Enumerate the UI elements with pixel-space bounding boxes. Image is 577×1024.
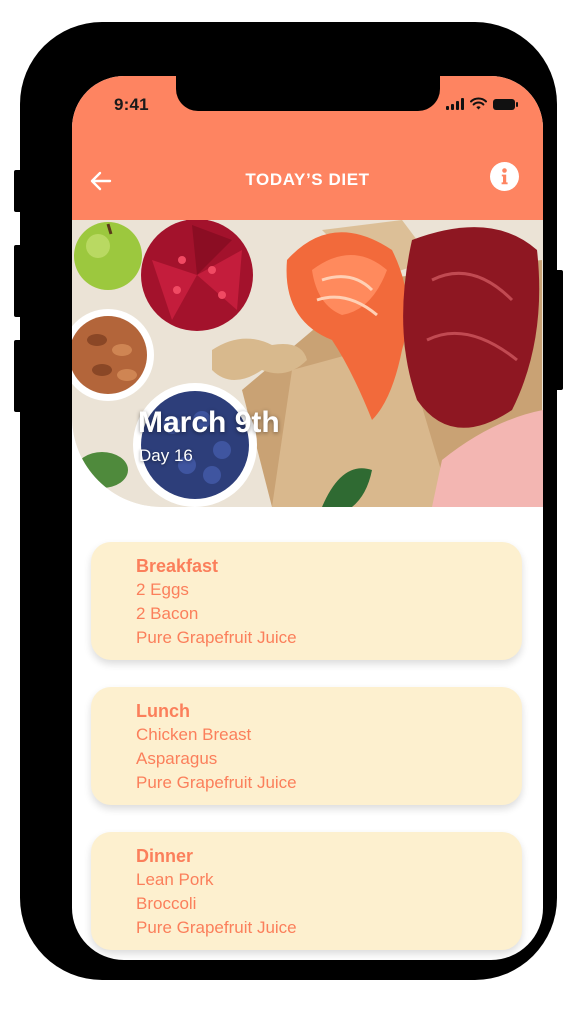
info-button[interactable] <box>490 162 519 191</box>
meal-item: 2 Bacon <box>136 604 199 623</box>
phone-notch <box>176 76 440 111</box>
volume-up-button <box>14 245 22 317</box>
meal-card-dinner[interactable]: Dinner Lean Pork Broccoli Pure Grapefrui… <box>91 832 522 950</box>
battery-icon <box>493 99 518 110</box>
signal-icon <box>446 98 464 110</box>
wifi-icon <box>470 97 487 110</box>
volume-down-button <box>14 340 22 412</box>
meal-title: Dinner <box>136 846 194 866</box>
status-time: 9:41 <box>114 95 149 114</box>
meal-title: Breakfast <box>136 556 219 576</box>
phone-frame: 9:41 TODAY’S DIET March 9th Day 16 Break… <box>20 22 557 980</box>
meal-item: Asparagus <box>136 749 218 768</box>
meal-title: Lunch <box>136 701 190 721</box>
meal-item: Broccoli <box>136 894 197 913</box>
mute-switch <box>14 170 22 212</box>
meal-card-lunch[interactable]: Lunch Chicken Breast Asparagus Pure Grap… <box>91 687 522 805</box>
hero-date: March 9th <box>138 406 280 439</box>
status-icons <box>446 97 518 110</box>
phone-screen: 9:41 TODAY’S DIET March 9th Day 16 Break… <box>72 76 543 960</box>
meal-item: Chicken Breast <box>136 725 252 744</box>
meal-item: Pure Grapefruit Juice <box>136 918 297 937</box>
stage: 9:41 TODAY’S DIET March 9th Day 16 Break… <box>0 0 577 1024</box>
hero-day-count: Day 16 <box>139 446 193 465</box>
info-icon <box>501 168 508 185</box>
meal-item: Pure Grapefruit Juice <box>136 773 297 792</box>
meal-card-breakfast[interactable]: Breakfast 2 Eggs 2 Bacon Pure Grapefruit… <box>91 542 522 660</box>
meal-item: Lean Pork <box>136 870 214 889</box>
page-title: TODAY’S DIET <box>245 170 370 189</box>
meal-item: Pure Grapefruit Juice <box>136 628 297 647</box>
meal-item: 2 Eggs <box>136 580 189 599</box>
power-button <box>555 270 563 390</box>
hero-banner: March 9th Day 16 <box>72 220 543 507</box>
